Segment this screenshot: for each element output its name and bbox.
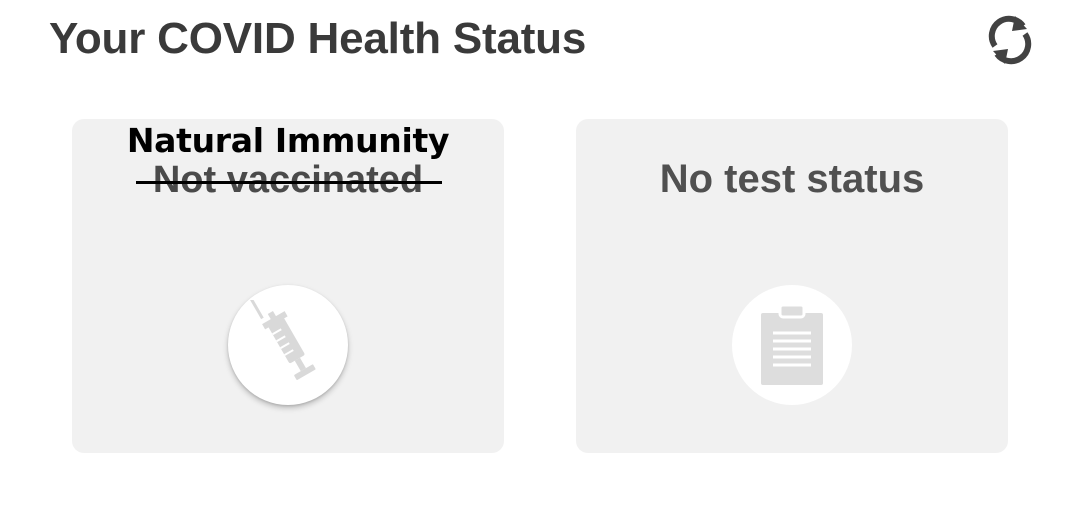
refresh-icon	[988, 15, 1032, 65]
page-title: Your COVID Health Status	[49, 14, 587, 63]
natural-immunity-label: Natural Immunity	[126, 121, 450, 160]
test-status-text: No test status	[659, 157, 925, 201]
syringe-icon	[250, 300, 316, 380]
strikethrough-line	[136, 181, 442, 184]
test-icon-badge	[732, 285, 852, 405]
vaccination-status-card[interactable]: Natural Immunity Not vaccinated	[72, 119, 504, 453]
clipboard-icon	[761, 303, 823, 385]
test-status-card[interactable]: No test status	[576, 119, 1008, 453]
vaccine-icon-badge	[228, 285, 348, 405]
refresh-button[interactable]	[982, 10, 1038, 70]
